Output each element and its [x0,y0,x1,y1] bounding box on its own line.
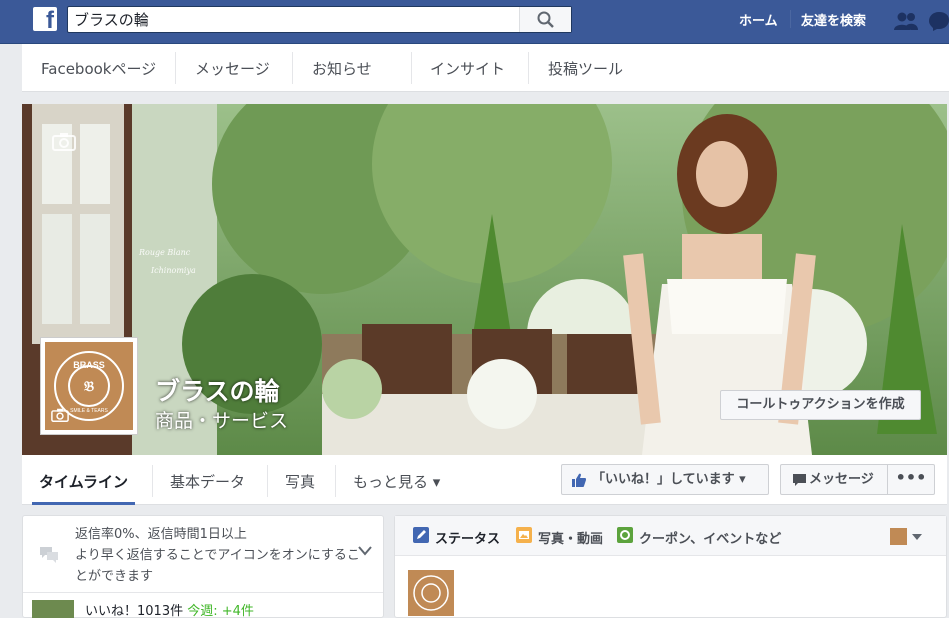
cover-photo[interactable]: Rouge Blanc Ichinomiya BRASS 𝔅 SMILE & T… [22,104,947,455]
chevron-down-icon[interactable] [358,546,372,556]
page-avatar[interactable] [890,528,907,545]
create-call-to-action-button[interactable]: コールトゥアクションを作成 [720,390,921,420]
cover-watermark: Rouge Blanc Ichinomiya [139,244,196,280]
watermark-line: Rouge Blanc [139,248,191,257]
messages-icon[interactable] [929,11,949,31]
svg-text:SMILE & TEARS: SMILE & TEARS [70,408,108,414]
avatar [408,570,454,616]
tab-facebook-page[interactable]: Facebookページ [41,58,156,79]
response-hint-text: より早く返信することでアイコンをオンにすることができます [75,548,360,584]
page-category[interactable]: 商品・サービス [155,406,288,433]
timeline-navigation: タイムライン 基本データ 写真 もっと見る ▾ 「いいね！」しています ▾ メッ… [22,455,947,505]
photo-icon [516,527,532,543]
divider [292,52,293,84]
message-button-label: メッセージ [809,472,874,487]
page-admin-tabs: Facebookページ メッセージ お知らせ インサイト 投稿ツール [22,44,949,92]
tab-insights[interactable]: インサイト [430,58,505,79]
tab-photo-video[interactable]: 写真・動画 [538,528,603,547]
composer-tabs: ステータス 写真・動画 クーポン、イベントなど [395,516,946,556]
search-box[interactable] [67,6,572,33]
brass-logo-icon [413,575,449,611]
page-title[interactable]: ブラスの輪 [155,372,280,408]
tab-publishing-tools[interactable]: 投稿ツール [548,58,623,79]
divider [152,465,153,497]
divider [335,465,336,497]
tab-status[interactable]: ステータス [435,528,500,547]
response-rate-card: 返信率0%、返信時間1日以上 より早く返信することでアイコンをオンにすることがで… [22,515,384,618]
more-options-button[interactable]: ••• [888,464,935,495]
tab-offer-event[interactable]: クーポン、イベントなど [639,528,781,547]
top-navigation-bar: f ホーム 友達を検索 [0,0,949,44]
friend-requests-icon[interactable] [893,11,919,31]
response-rate-text: 返信率0%、返信時間1日以上 [75,527,247,542]
search-input[interactable] [74,9,514,30]
camera-icon[interactable] [52,132,76,151]
response-rate-info: 返信率0%、返信時間1日以上 より早く返信することでアイコンをオンにすることがで… [75,524,365,587]
offer-icon [617,527,633,543]
tab-about[interactable]: 基本データ [170,471,245,492]
divider [267,465,268,497]
divider [790,10,791,28]
watermark-line: Ichinomiya [151,266,196,275]
pencil-icon [413,527,429,543]
brass-logo: BRASS 𝔅 SMILE & TEARS [45,342,133,430]
divider [175,52,176,84]
active-tab-indicator [32,502,135,505]
likes-thumbnail [32,600,74,618]
search-icon [537,11,554,28]
tab-timeline[interactable]: タイムライン [39,471,128,492]
liked-button[interactable]: 「いいね！」しています ▾ [561,464,769,495]
tab-more[interactable]: もっと見る ▾ [353,471,440,492]
divider [23,592,383,593]
liked-button-label: 「いいね！」しています ▾ [592,472,746,487]
tab-photos[interactable]: 写真 [285,471,315,492]
home-link[interactable]: ホーム [739,10,778,29]
svg-text:𝔅: 𝔅 [83,380,94,395]
profile-picture[interactable]: BRASS 𝔅 SMILE & TEARS [40,337,138,435]
find-friends-link[interactable]: 友達を検索 [801,10,866,29]
divider [528,52,529,84]
tab-notifications[interactable]: お知らせ [312,58,372,79]
message-bubble-icon [793,474,806,486]
divider [411,52,412,84]
message-button[interactable]: メッセージ [780,464,888,495]
chevron-down-icon[interactable] [912,534,922,540]
likes-this-week: 今週: +4件 [187,604,254,618]
post-composer: ステータス 写真・動画 クーポン、イベントなど [394,515,947,618]
svg-text:BRASS: BRASS [73,360,105,370]
camera-icon[interactable] [51,408,69,422]
search-button[interactable] [519,7,571,32]
likes-total: いいね！1013件 [85,604,188,618]
message-bubble-icon [40,547,58,563]
facebook-logo-icon[interactable]: f [33,7,57,31]
thumbs-up-icon [572,473,586,487]
likes-count[interactable]: いいね！1013件 今週: +4件 [85,600,254,618]
tab-messages[interactable]: メッセージ [195,58,270,79]
